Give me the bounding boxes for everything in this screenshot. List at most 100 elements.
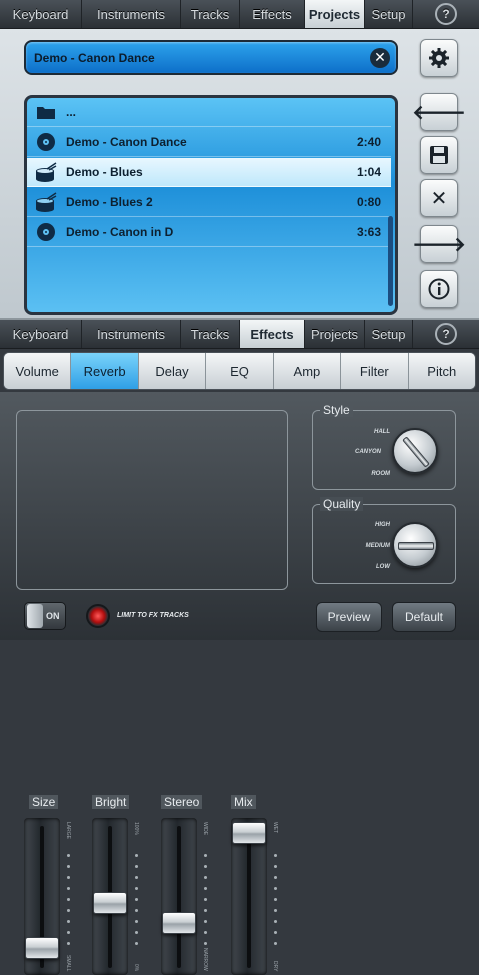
slider-handle[interactable] (93, 892, 127, 914)
info-icon (428, 278, 450, 300)
style-option-room[interactable]: ROOM (330, 471, 390, 477)
style-option-canyon[interactable]: CANYON (321, 449, 381, 455)
fx-tab-delay[interactable]: Delay (138, 353, 207, 389)
effect-type-tabs: Volume Reverb Delay EQ Amp Filter Pitch (3, 352, 476, 390)
back-button[interactable]: 🡐 (412, 93, 466, 131)
top-tab-effects[interactable]: Effects (240, 0, 305, 28)
slider-mix[interactable] (231, 818, 267, 975)
quality-option-low[interactable]: LOW (330, 564, 390, 570)
scale-tick (67, 942, 70, 945)
save-icon (430, 146, 448, 164)
slider-label-size: Size (29, 795, 59, 809)
list-item-selected[interactable]: Demo - Blues 1:04 (27, 158, 391, 187)
list-item-duration: 1:04 (356, 165, 381, 179)
mid-tab-projects[interactable]: Projects (305, 320, 365, 348)
mid-tab-effects[interactable]: Effects (240, 320, 305, 348)
fx-tab-amp[interactable]: Amp (273, 353, 342, 389)
top-help-button[interactable]: ? (413, 0, 479, 28)
scale-tick (67, 920, 70, 923)
project-list[interactable]: ... Demo - Canon Dance 2:40 Demo - Blues… (24, 95, 398, 315)
list-item-name: Demo - Blues 2 (66, 195, 153, 209)
top-tab-instruments[interactable]: Instruments (82, 0, 181, 28)
scale-tick (204, 942, 207, 945)
toggle-switch (27, 604, 43, 628)
mid-tab-instruments[interactable]: Instruments (82, 320, 181, 348)
list-item-duration: 3:63 (356, 225, 381, 239)
clear-name-button[interactable]: ✕ (370, 48, 390, 68)
drum-icon (35, 161, 57, 183)
slider-scale: LARGE SMALL (64, 818, 74, 975)
mid-tab-tracks[interactable]: Tracks (181, 320, 240, 348)
scale-tick (274, 876, 277, 879)
slider-handle[interactable] (25, 937, 59, 959)
top-tab-setup[interactable]: Setup (365, 0, 413, 28)
mid-help-button[interactable]: ? (413, 320, 479, 348)
slider-handle[interactable] (232, 822, 266, 844)
limit-led-button[interactable] (86, 604, 110, 628)
scale-bottom-label: SMALL (65, 954, 71, 971)
slider-size[interactable] (24, 818, 60, 975)
delete-icon: ✕ (430, 187, 448, 210)
scale-tick (204, 876, 207, 879)
help-icon: ? (435, 3, 457, 25)
quality-option-high[interactable]: HIGH (330, 522, 390, 528)
delete-button[interactable]: ✕ (420, 179, 458, 217)
scale-tick (204, 898, 207, 901)
slider-bright[interactable] (92, 818, 128, 975)
limit-to-fx-label: LIMIT TO FX TRACKS (117, 612, 189, 619)
project-name-field[interactable]: Demo - Canon Dance ✕ (24, 40, 398, 75)
scale-tick (135, 865, 138, 868)
fx-tab-filter[interactable]: Filter (341, 353, 409, 389)
slider-label-mix: Mix (231, 795, 256, 809)
scale-tick (67, 909, 70, 912)
scale-tick (204, 931, 207, 934)
scale-tick (274, 942, 277, 945)
fx-tab-pitch[interactable]: Pitch (408, 353, 475, 389)
top-tab-tracks[interactable]: Tracks (181, 0, 240, 28)
list-item[interactable]: Demo - Canon Dance 2:40 (27, 128, 391, 157)
fx-tab-eq[interactable]: EQ (206, 353, 274, 389)
scale-tick (67, 876, 70, 879)
scale-tick (135, 909, 138, 912)
list-item[interactable]: Demo - Canon in D 3:63 (27, 218, 391, 247)
style-option-hall[interactable]: HALL (330, 429, 390, 435)
forward-button[interactable]: 🡒 (412, 225, 466, 263)
mid-tab-setup[interactable]: Setup (365, 320, 413, 348)
fx-tab-volume[interactable]: Volume (4, 353, 72, 389)
scale-bottom-label: DRY (272, 960, 278, 971)
list-item-name: ... (66, 105, 77, 119)
folder-icon (35, 101, 57, 123)
slider-stereo[interactable] (161, 818, 197, 975)
scale-top-label: LARGE (65, 822, 71, 839)
scale-tick (67, 854, 70, 857)
info-button[interactable] (420, 270, 458, 308)
slider-handle[interactable] (162, 912, 196, 934)
top-tab-projects[interactable]: Projects (305, 0, 365, 28)
list-item-duration: 0:80 (356, 195, 381, 209)
preview-button[interactable]: Preview (316, 602, 382, 632)
quality-knob[interactable] (392, 522, 438, 568)
slider-track (177, 826, 181, 968)
mid-tab-keyboard[interactable]: Keyboard (0, 320, 82, 348)
save-button[interactable] (420, 136, 458, 174)
list-item[interactable]: ... (27, 98, 391, 127)
disc-icon (35, 131, 57, 153)
mid-tab-bar: Keyboard Instruments Tracks Effects Projects… (0, 320, 479, 349)
top-tab-bar: Keyboard Instruments Tracks Effects Projects… (0, 0, 479, 29)
style-knob[interactable] (392, 428, 438, 474)
scale-top-label: 100% (133, 822, 139, 835)
scale-tick (135, 920, 138, 923)
list-item[interactable]: Demo - Blues 2 0:80 (27, 188, 391, 217)
scale-tick (274, 909, 277, 912)
default-button[interactable]: Default (392, 602, 456, 632)
quality-option-medium[interactable]: MEDIUM (330, 543, 390, 549)
scale-tick (67, 887, 70, 890)
list-scrollbar[interactable] (388, 216, 393, 306)
projects-panel: Demo - Canon Dance ✕ ... Demo - Canon Da… (0, 29, 479, 320)
top-tab-keyboard[interactable]: Keyboard (0, 0, 82, 28)
fx-on-toggle[interactable]: ON (24, 602, 66, 630)
list-item-duration: 2:40 (356, 135, 381, 149)
fx-tab-reverb[interactable]: Reverb (71, 353, 139, 389)
settings-button[interactable] (420, 39, 458, 77)
scale-bottom-label: NARROW (202, 948, 208, 971)
